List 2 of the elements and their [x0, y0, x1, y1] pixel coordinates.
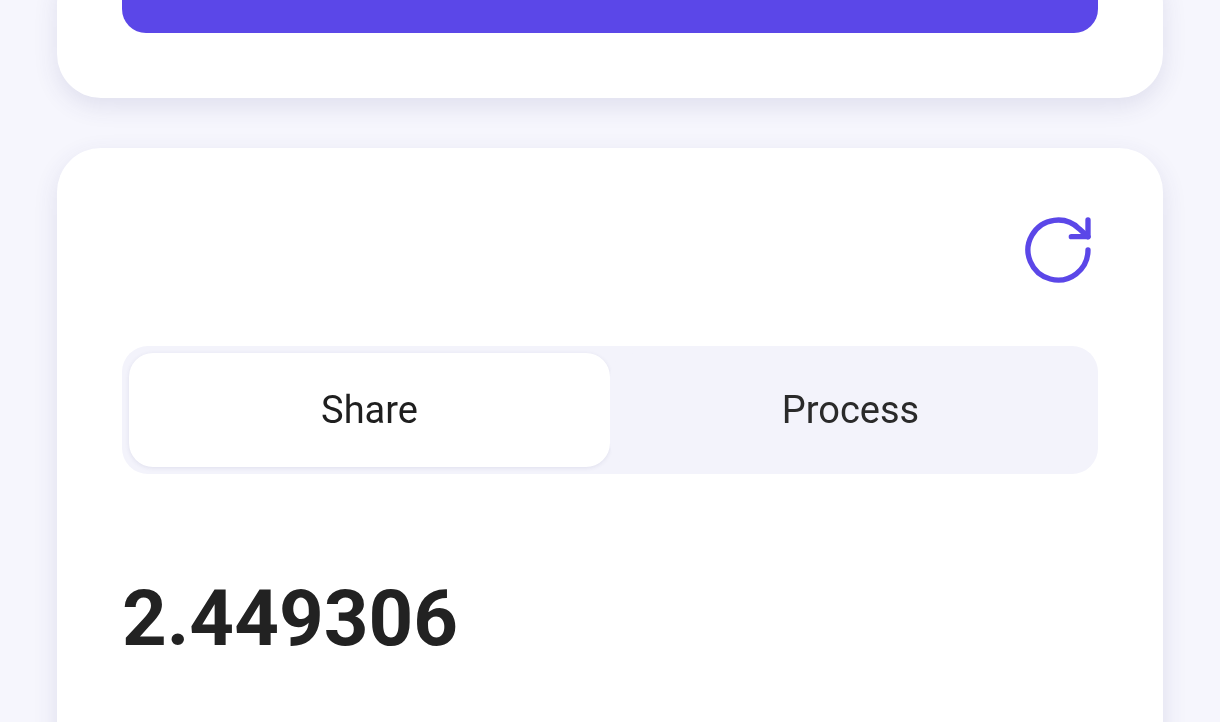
balance-value: 2.449306: [122, 580, 459, 658]
tab[interactable]: Share: [129, 353, 610, 467]
